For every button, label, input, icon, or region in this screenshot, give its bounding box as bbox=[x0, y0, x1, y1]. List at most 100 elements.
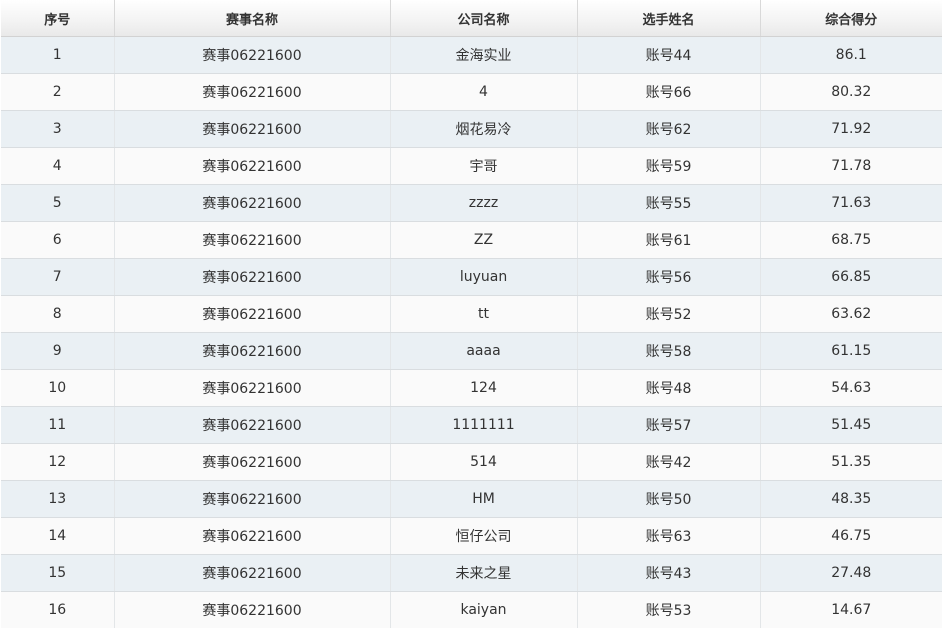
ranking-table-container: 序号 赛事名称 公司名称 选手姓名 综合得分 1 赛事06221600 金海实业 账号… bbox=[1, 0, 942, 628]
table-row[interactable]: 13 赛事06221600 HM 账号50 48.35 bbox=[1, 480, 942, 518]
cell-event-name: 赛事06221600 bbox=[114, 221, 391, 259]
cell-event-name: 赛事06221600 bbox=[114, 443, 391, 481]
cell-total-score: 86.1 bbox=[760, 36, 942, 74]
table-row[interactable]: 3 赛事06221600 烟花易冷 账号62 71.92 bbox=[1, 110, 942, 148]
cell-player-name: 账号58 bbox=[577, 332, 761, 370]
cell-total-score: 14.67 bbox=[760, 591, 942, 628]
cell-index: 12 bbox=[1, 443, 115, 481]
cell-event-name: 赛事06221600 bbox=[114, 406, 391, 444]
column-header-player-name[interactable]: 选手姓名 bbox=[577, 0, 761, 37]
cell-index: 3 bbox=[1, 110, 115, 148]
cell-event-name: 赛事06221600 bbox=[114, 554, 391, 592]
cell-total-score: 80.32 bbox=[760, 73, 942, 111]
table-row[interactable]: 5 赛事06221600 zzzz 账号55 71.63 bbox=[1, 184, 942, 222]
cell-index: 9 bbox=[1, 332, 115, 370]
cell-index: 14 bbox=[1, 517, 115, 555]
column-header-company-name[interactable]: 公司名称 bbox=[390, 0, 578, 37]
table-header: 序号 赛事名称 公司名称 选手姓名 综合得分 bbox=[1, 0, 942, 37]
cell-company-name: 烟花易冷 bbox=[390, 110, 578, 148]
cell-player-name: 账号52 bbox=[577, 295, 761, 333]
cell-index: 7 bbox=[1, 258, 115, 296]
table-row[interactable]: 2 赛事06221600 4 账号66 80.32 bbox=[1, 73, 942, 111]
table-row[interactable]: 12 赛事06221600 514 账号42 51.35 bbox=[1, 443, 942, 481]
cell-player-name: 账号62 bbox=[577, 110, 761, 148]
table-row[interactable]: 16 赛事06221600 kaiyan 账号53 14.67 bbox=[1, 591, 942, 628]
cell-event-name: 赛事06221600 bbox=[114, 295, 391, 333]
cell-index: 1 bbox=[1, 36, 115, 74]
cell-company-name: luyuan bbox=[390, 258, 578, 296]
cell-index: 5 bbox=[1, 184, 115, 222]
cell-total-score: 66.85 bbox=[760, 258, 942, 296]
cell-company-name: HM bbox=[390, 480, 578, 518]
cell-player-name: 账号53 bbox=[577, 591, 761, 628]
cell-company-name: 恒仔公司 bbox=[390, 517, 578, 555]
cell-total-score: 48.35 bbox=[760, 480, 942, 518]
cell-event-name: 赛事06221600 bbox=[114, 369, 391, 407]
table-row[interactable]: 10 赛事06221600 124 账号48 54.63 bbox=[1, 369, 942, 407]
table-row[interactable]: 6 赛事06221600 ZZ 账号61 68.75 bbox=[1, 221, 942, 259]
table-row[interactable]: 15 赛事06221600 未来之星 账号43 27.48 bbox=[1, 554, 942, 592]
cell-total-score: 71.78 bbox=[760, 147, 942, 185]
cell-company-name: 宇哥 bbox=[390, 147, 578, 185]
cell-index: 15 bbox=[1, 554, 115, 592]
table-row[interactable]: 9 赛事06221600 aaaa 账号58 61.15 bbox=[1, 332, 942, 370]
cell-player-name: 账号61 bbox=[577, 221, 761, 259]
header-row: 序号 赛事名称 公司名称 选手姓名 综合得分 bbox=[1, 0, 942, 37]
ranking-table: 序号 赛事名称 公司名称 选手姓名 综合得分 1 赛事06221600 金海实业 账号… bbox=[1, 0, 942, 628]
cell-company-name: zzzz bbox=[390, 184, 578, 222]
column-header-event-name[interactable]: 赛事名称 bbox=[114, 0, 391, 37]
table-row[interactable]: 1 赛事06221600 金海实业 账号44 86.1 bbox=[1, 36, 942, 74]
cell-player-name: 账号50 bbox=[577, 480, 761, 518]
cell-player-name: 账号66 bbox=[577, 73, 761, 111]
cell-event-name: 赛事06221600 bbox=[114, 147, 391, 185]
cell-event-name: 赛事06221600 bbox=[114, 591, 391, 628]
table-row[interactable]: 8 赛事06221600 tt 账号52 63.62 bbox=[1, 295, 942, 333]
cell-company-name: aaaa bbox=[390, 332, 578, 370]
table-row[interactable]: 4 赛事06221600 宇哥 账号59 71.78 bbox=[1, 147, 942, 185]
column-header-index[interactable]: 序号 bbox=[1, 0, 115, 37]
cell-total-score: 68.75 bbox=[760, 221, 942, 259]
cell-player-name: 账号57 bbox=[577, 406, 761, 444]
cell-company-name: ZZ bbox=[390, 221, 578, 259]
cell-index: 4 bbox=[1, 147, 115, 185]
table-body: 1 赛事06221600 金海实业 账号44 86.1 2 赛事06221600 4 账号66 8… bbox=[1, 36, 942, 628]
cell-company-name: 未来之星 bbox=[390, 554, 578, 592]
cell-total-score: 63.62 bbox=[760, 295, 942, 333]
cell-company-name: 4 bbox=[390, 73, 578, 111]
table-row[interactable]: 14 赛事06221600 恒仔公司 账号63 46.75 bbox=[1, 517, 942, 555]
cell-event-name: 赛事06221600 bbox=[114, 258, 391, 296]
cell-index: 13 bbox=[1, 480, 115, 518]
cell-event-name: 赛事06221600 bbox=[114, 184, 391, 222]
cell-player-name: 账号55 bbox=[577, 184, 761, 222]
cell-player-name: 账号43 bbox=[577, 554, 761, 592]
cell-player-name: 账号63 bbox=[577, 517, 761, 555]
cell-player-name: 账号59 bbox=[577, 147, 761, 185]
cell-event-name: 赛事06221600 bbox=[114, 73, 391, 111]
cell-index: 10 bbox=[1, 369, 115, 407]
cell-index: 2 bbox=[1, 73, 115, 111]
cell-event-name: 赛事06221600 bbox=[114, 517, 391, 555]
cell-index: 8 bbox=[1, 295, 115, 333]
cell-company-name: 金海实业 bbox=[390, 36, 578, 74]
cell-company-name: 1111111 bbox=[390, 406, 578, 444]
column-header-total-score[interactable]: 综合得分 bbox=[760, 0, 942, 37]
cell-total-score: 71.63 bbox=[760, 184, 942, 222]
cell-index: 11 bbox=[1, 406, 115, 444]
cell-event-name: 赛事06221600 bbox=[114, 110, 391, 148]
cell-company-name: 514 bbox=[390, 443, 578, 481]
cell-total-score: 61.15 bbox=[760, 332, 942, 370]
cell-company-name: tt bbox=[390, 295, 578, 333]
cell-total-score: 54.63 bbox=[760, 369, 942, 407]
cell-total-score: 51.45 bbox=[760, 406, 942, 444]
cell-player-name: 账号44 bbox=[577, 36, 761, 74]
cell-index: 16 bbox=[1, 591, 115, 628]
cell-player-name: 账号48 bbox=[577, 369, 761, 407]
cell-index: 6 bbox=[1, 221, 115, 259]
cell-total-score: 51.35 bbox=[760, 443, 942, 481]
cell-total-score: 71.92 bbox=[760, 110, 942, 148]
cell-player-name: 账号42 bbox=[577, 443, 761, 481]
cell-event-name: 赛事06221600 bbox=[114, 332, 391, 370]
table-row[interactable]: 11 赛事06221600 1111111 账号57 51.45 bbox=[1, 406, 942, 444]
table-row[interactable]: 7 赛事06221600 luyuan 账号56 66.85 bbox=[1, 258, 942, 296]
cell-company-name: kaiyan bbox=[390, 591, 578, 628]
